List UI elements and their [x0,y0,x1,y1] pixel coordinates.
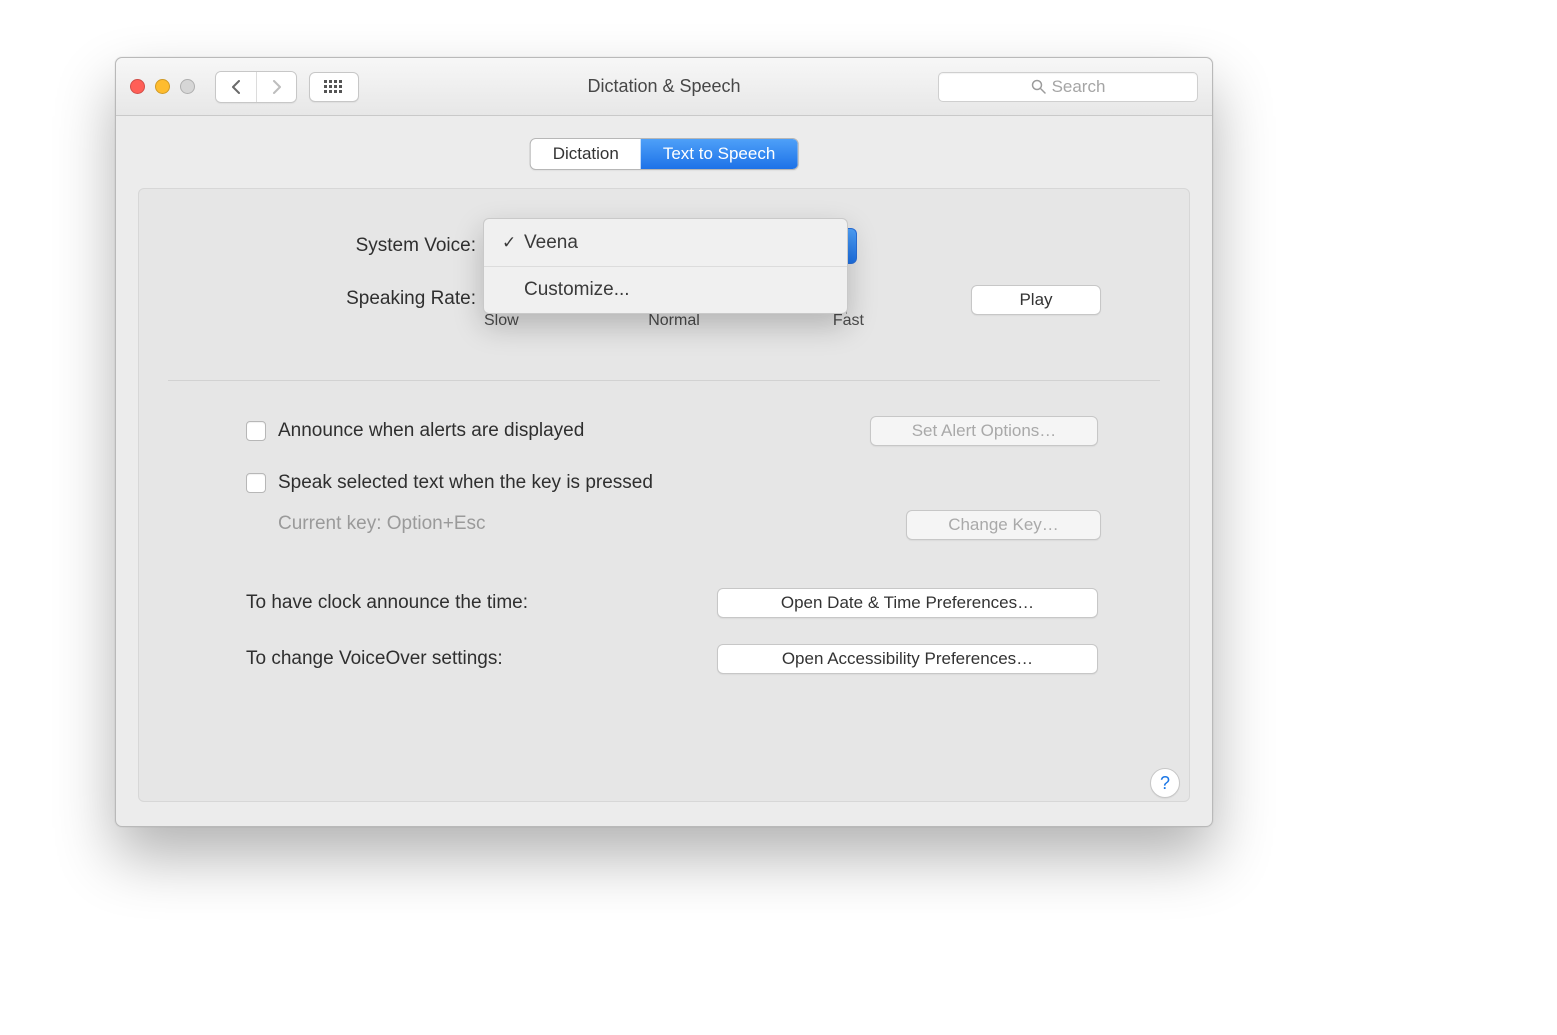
voice-menu-item-label: Customize... [524,279,630,301]
tab-group: Dictation Text to Speech [530,138,799,170]
slider-label-fast: Fast [833,312,864,330]
preferences-window: Dictation & Speech Search Dictation Text… [115,57,1213,827]
open-date-time-button[interactable]: Open Date & Time Preferences… [717,588,1098,618]
tab-dictation[interactable]: Dictation [531,139,641,169]
divider [168,380,1160,381]
show-all-button[interactable] [309,72,359,102]
chevron-left-icon [231,80,242,94]
help-button[interactable]: ? [1150,768,1180,798]
nav-group [215,71,297,103]
speaking-rate-label: Speaking Rate: [116,288,476,310]
announce-alerts-label: Announce when alerts are displayed [278,420,584,442]
slider-label-slow: Slow [484,312,519,330]
window-controls [130,79,195,94]
speak-selected-checkbox[interactable] [246,473,266,493]
voiceover-settings-label: To change VoiceOver settings: [246,648,503,670]
speak-selected-label: Speak selected text when the key is pres… [278,472,653,494]
voice-menu-item-customize[interactable]: Customize... [484,266,847,313]
zoom-window-button [180,79,195,94]
chevron-right-icon [271,80,282,94]
voice-menu-item-label: Veena [524,232,578,254]
current-key-label: Current key: Option+Esc [278,513,486,535]
close-window-button[interactable] [130,79,145,94]
system-voice-label: System Voice: [116,235,476,257]
announce-alerts-checkbox[interactable] [246,421,266,441]
set-alert-options-button: Set Alert Options… [870,416,1098,446]
slider-label-normal: Normal [648,312,700,330]
search-placeholder: Search [1052,77,1106,97]
change-key-button: Change Key… [906,510,1101,540]
system-voice-menu: ✓ Veena Customize... [483,218,848,314]
play-button[interactable]: Play [971,285,1101,315]
titlebar: Dictation & Speech Search [116,58,1212,116]
clock-announce-label: To have clock announce the time: [246,592,528,614]
tab-text-to-speech[interactable]: Text to Speech [641,139,797,169]
grid-icon [324,80,344,94]
forward-button [256,72,296,102]
speak-selected-row: Speak selected text when the key is pres… [246,472,653,494]
search-icon [1031,79,1046,94]
voice-menu-item-veena[interactable]: ✓ Veena [484,219,847,266]
search-field[interactable]: Search [938,72,1198,102]
back-button[interactable] [216,72,256,102]
minimize-window-button[interactable] [155,79,170,94]
announce-alerts-row: Announce when alerts are displayed [246,420,584,442]
checkmark-icon: ✓ [502,233,524,253]
open-accessibility-button[interactable]: Open Accessibility Preferences… [717,644,1098,674]
